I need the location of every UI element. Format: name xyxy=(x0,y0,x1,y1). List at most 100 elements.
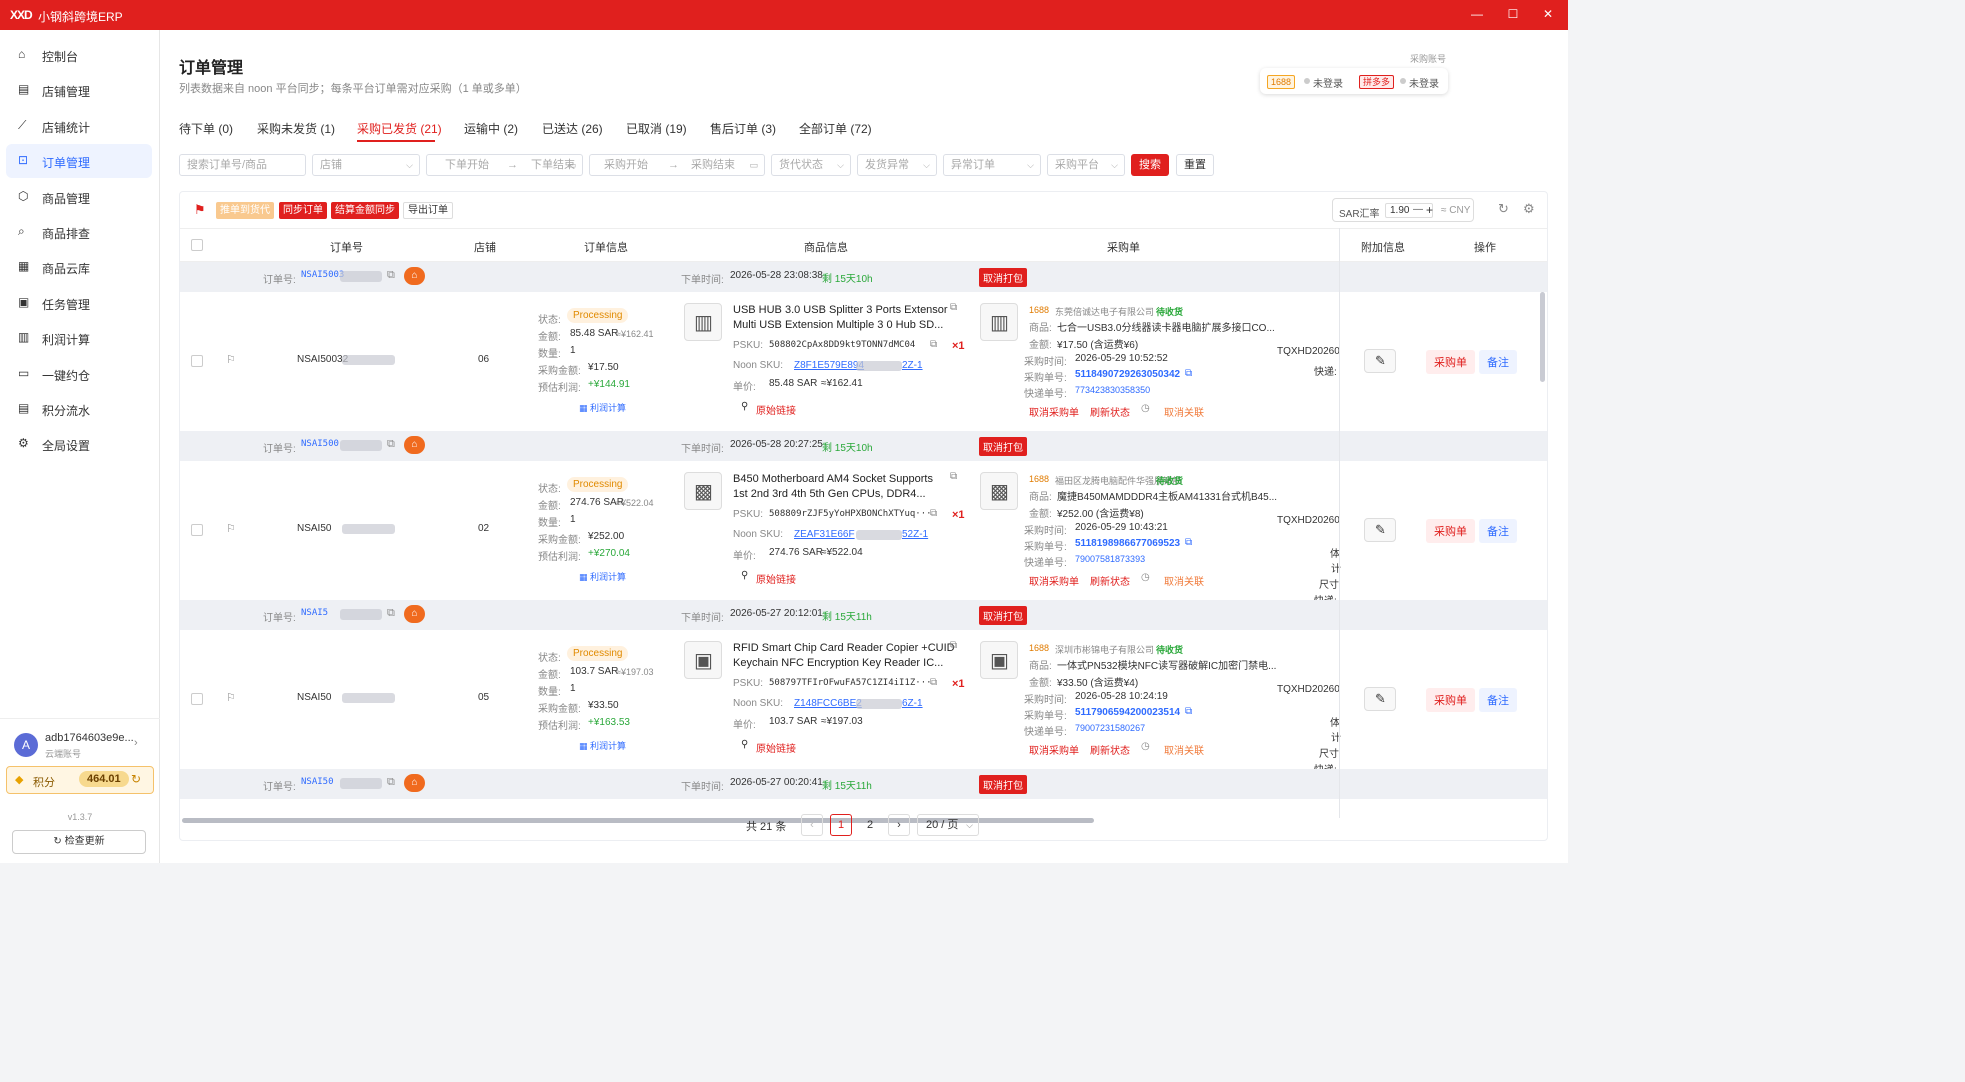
cancel-pack-button[interactable]: 取消打包 xyxy=(979,268,1027,287)
check-update-button[interactable]: ↻ 检查更新 xyxy=(12,830,146,854)
note-button[interactable]: 备注 xyxy=(1479,519,1517,543)
push-agent-button[interactable]: 推单到货代 xyxy=(216,202,274,219)
cancel-link-link[interactable]: 取消关联 xyxy=(1164,573,1204,588)
sidebar-item-0[interactable]: ⌂ 控制台 xyxy=(6,38,152,72)
purchase-order-button[interactable]: 采购单 xyxy=(1426,350,1475,374)
cancel-purchase-link[interactable]: 取消采购单 xyxy=(1029,573,1079,588)
flag-icon[interactable]: ⚑ xyxy=(194,202,206,218)
maximize-icon[interactable]: ☐ xyxy=(1506,7,1520,21)
copy-icon[interactable]: ⧉ xyxy=(950,471,957,482)
account-status-1688[interactable]: 未登录 xyxy=(1313,75,1343,90)
sidebar-item-6[interactable]: ▦ 商品云库 xyxy=(6,250,152,284)
express-no[interactable]: 773423830358350 xyxy=(1075,385,1150,395)
tab-0[interactable]: 待下单 (0) xyxy=(179,120,233,137)
close-icon[interactable]: ✕ xyxy=(1541,7,1555,21)
edit-button[interactable]: ✎ xyxy=(1364,349,1396,373)
search-input[interactable]: 搜索订单号/商品 xyxy=(179,154,306,176)
purchase-image[interactable]: ▣ xyxy=(980,641,1018,679)
tab-3[interactable]: 运输中 (2) xyxy=(464,120,518,137)
purchase-image[interactable]: ▥ xyxy=(980,303,1018,341)
cancel-pack-button[interactable]: 取消打包 xyxy=(979,606,1027,625)
noon-sku-suffix[interactable]: 6Z-1 xyxy=(902,698,923,709)
noon-sku-suffix[interactable]: 2Z-1 xyxy=(902,360,923,371)
cancel-pack-button[interactable]: 取消打包 xyxy=(979,437,1027,456)
copy-icon[interactable]: ⧉ xyxy=(930,677,937,688)
purchase-order-button[interactable]: 采购单 xyxy=(1426,519,1475,543)
user-card[interactable]: A adb1764603e9e... 云端账号 › xyxy=(0,718,160,768)
tab-7[interactable]: 全部订单 (72) xyxy=(799,120,872,137)
original-link[interactable]: 原始链接 xyxy=(756,740,796,755)
sync-orders-button[interactable]: 同步订单 xyxy=(279,202,327,219)
product-title-1[interactable]: USB HUB 3.0 USB Splitter 3 Ports Extenso… xyxy=(733,304,948,316)
order-no[interactable]: NSAI500 xyxy=(301,439,339,449)
edit-button[interactable]: ✎ xyxy=(1364,687,1396,711)
sidebar-item-11[interactable]: ⚙ 全局设置 xyxy=(6,427,152,461)
purchase-platform-select[interactable]: 采购平台 ⌵ xyxy=(1047,154,1125,176)
purchase-no[interactable]: 5118490729263050342 xyxy=(1075,369,1180,380)
original-link[interactable]: 原始链接 xyxy=(756,571,796,586)
export-orders-button[interactable]: 导出订单 xyxy=(403,202,453,219)
product-title-2[interactable]: Multi USB Extension Multiple 3 0 Hub SD.… xyxy=(733,319,943,331)
purchase-no[interactable]: 5118198986677069523 xyxy=(1075,538,1180,549)
cancel-purchase-link[interactable]: 取消采购单 xyxy=(1029,742,1079,757)
copy-icon[interactable]: ⧉ xyxy=(1185,706,1192,717)
exception-order-select[interactable]: 异常订单 ⌵ xyxy=(943,154,1041,176)
noon-sku-value[interactable]: ZEAF31E66F xyxy=(794,529,855,540)
product-title-1[interactable]: RFID Smart Chip Card Reader Copier +CUID xyxy=(733,642,955,654)
copy-icon[interactable]: ⧉ xyxy=(950,640,957,651)
account-status-pdd[interactable]: 未登录 xyxy=(1409,75,1439,90)
cancel-purchase-link[interactable]: 取消采购单 xyxy=(1029,404,1079,419)
noon-sku-suffix[interactable]: 52Z-1 xyxy=(902,529,928,540)
product-title-2[interactable]: 1st 2nd 3rd 4th 5th Gen CPUs, DDR4... xyxy=(733,488,926,500)
refresh-points-icon[interactable]: ↻ xyxy=(131,772,141,786)
cancel-pack-button[interactable]: 取消打包 xyxy=(979,775,1027,794)
express-no[interactable]: 79007231580267 xyxy=(1075,723,1145,733)
store-select[interactable]: 店铺 ⌵ xyxy=(312,154,420,176)
row-checkbox[interactable] xyxy=(191,355,203,367)
next-page-button[interactable]: › xyxy=(888,814,910,836)
refresh-status-link[interactable]: 刷新状态 xyxy=(1090,742,1130,757)
sync-settlement-button[interactable]: 结算金额同步 xyxy=(331,202,399,219)
reset-button[interactable]: 重置 xyxy=(1176,154,1214,176)
flag-icon[interactable]: ⚐ xyxy=(226,353,236,366)
plus-icon[interactable]: + xyxy=(1426,203,1433,217)
copy-icon[interactable]: ⧉ xyxy=(387,269,395,282)
product-image[interactable]: ▥ xyxy=(684,303,722,341)
refresh-status-link[interactable]: 刷新状态 xyxy=(1090,404,1130,419)
edit-button[interactable]: ✎ xyxy=(1364,518,1396,542)
copy-icon[interactable]: ⧉ xyxy=(950,302,957,313)
sidebar-item-5[interactable]: ⌕ 商品排查 xyxy=(6,215,152,249)
settings-icon[interactable]: ⚙ xyxy=(1523,201,1535,217)
page-1-button[interactable]: 1 xyxy=(830,814,852,836)
refresh-status-link[interactable]: 刷新状态 xyxy=(1090,573,1130,588)
sidebar-item-8[interactable]: ▥ 利润计算 xyxy=(6,321,152,355)
note-button[interactable]: 备注 xyxy=(1479,688,1517,712)
copy-icon[interactable]: ⧉ xyxy=(930,339,937,350)
minus-icon[interactable]: — xyxy=(1413,204,1423,215)
sidebar-item-1[interactable]: ▤ 店铺管理 xyxy=(6,73,152,107)
row-checkbox[interactable] xyxy=(191,693,203,705)
product-image[interactable]: ▣ xyxy=(684,641,722,679)
profit-calc-link[interactable]: ▦ 利润计算 xyxy=(579,401,626,414)
page-size-select[interactable]: 20 / 页 ⌵ xyxy=(917,814,979,836)
minimize-icon[interactable]: — xyxy=(1470,7,1484,21)
copy-icon[interactable]: ⧉ xyxy=(930,508,937,519)
order-no[interactable]: NSAI50 xyxy=(301,777,334,787)
copy-icon[interactable]: ⧉ xyxy=(1185,537,1192,548)
page-2-button[interactable]: 2 xyxy=(859,814,881,836)
noon-sku-value[interactable]: Z8F1E579E894 xyxy=(794,360,864,371)
note-button[interactable]: 备注 xyxy=(1479,350,1517,374)
search-button[interactable]: 搜索 xyxy=(1131,154,1169,176)
cancel-link-link[interactable]: 取消关联 xyxy=(1164,404,1204,419)
purchase-image[interactable]: ▩ xyxy=(980,472,1018,510)
select-all-checkbox[interactable] xyxy=(191,239,203,251)
tab-6[interactable]: 售后订单 (3) xyxy=(710,120,776,137)
order-no[interactable]: NSAI5003 xyxy=(301,270,344,280)
purchase-order-button[interactable]: 采购单 xyxy=(1426,688,1475,712)
agent-status-select[interactable]: 货代状态 ⌵ xyxy=(771,154,851,176)
profit-calc-link[interactable]: ▦ 利润计算 xyxy=(579,570,626,583)
purchase-date-range[interactable]: 采购开始 → 采购结束 ▭ xyxy=(589,154,765,176)
sidebar-item-10[interactable]: ▤ 积分流水 xyxy=(6,392,152,426)
noon-sku-value[interactable]: Z148FCC6BE2 xyxy=(794,698,862,709)
vertical-scrollbar[interactable] xyxy=(1540,292,1545,382)
